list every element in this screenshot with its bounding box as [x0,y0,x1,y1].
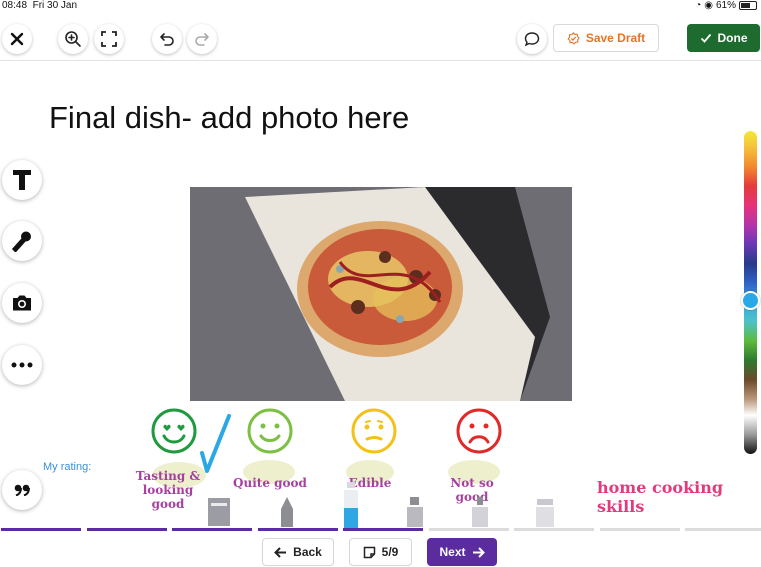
soap-dispenser-icon [472,497,488,527]
more-icon [11,362,33,368]
progress-segment [172,528,252,531]
rating-option-label: Quite good [233,476,307,490]
my-rating-label: My rating: [43,461,92,473]
next-label: Next [439,545,466,559]
neutral-face-icon [351,408,397,454]
pizza-image [190,187,572,401]
color-slider-knob[interactable] [741,291,760,310]
fullscreen-icon [101,31,117,47]
text-tool-button[interactable] [2,160,42,200]
water-bottle-icon [344,482,358,528]
progress-segment [599,528,680,531]
save-check-icon [567,31,580,45]
location-icon: ◉ [704,0,713,11]
page-indicator: 5/9 [381,545,399,559]
status-bar: 08:48 Fri 30 Jan ◔ ◉ 61% [0,0,761,14]
check-icon [700,33,711,43]
camera-tool-button[interactable] [2,283,42,323]
progress-segment [685,528,761,531]
progress-segment [257,528,338,531]
arrow-left-icon [274,546,287,558]
redo-icon [195,33,209,46]
quote-icon [14,484,30,496]
zoom-in-button[interactable] [58,24,88,54]
close-button[interactable] [2,24,32,54]
back-label: Back [293,545,322,559]
rating-option-label: Tasting & looking good [135,469,201,511]
spray-bottle-icon [407,497,423,527]
back-button[interactable]: Back [262,538,334,566]
toolbar-divider [0,60,761,61]
done-label: Done [717,31,748,45]
comment-icon [524,32,540,47]
undo-button[interactable] [152,24,182,54]
save-draft-button[interactable]: Save Draft [553,24,659,52]
undo-icon [160,33,174,46]
done-button[interactable]: Done [687,24,760,52]
frown-face-icon [456,408,502,454]
microphone-tool-button[interactable] [2,221,42,261]
status-icons: ◔ ◉ 61% [695,0,757,11]
wifi-icon: ◔ [695,0,702,11]
save-draft-label: Save Draft [585,31,646,45]
jar-icon [536,499,554,527]
next-button[interactable]: Next [427,538,497,566]
microphone-icon [11,231,31,252]
progress-segment [514,528,594,531]
progress-segment [86,528,167,531]
camera-icon [13,295,31,311]
dish-photo[interactable] [190,187,572,401]
page-title[interactable]: Final dish- add photo here [49,100,409,136]
progress-segment [428,528,509,531]
status-time: 08:48 Fri 30 Jan [2,0,78,11]
quote-tool-button[interactable] [2,470,42,510]
page-icon [363,546,375,558]
progress-segment [343,528,423,531]
battery-percentage: 61% [715,0,736,11]
zoom-in-icon [65,31,81,47]
grater-icon [208,498,230,526]
redo-button[interactable] [187,24,217,54]
selected-check-icon [200,414,231,473]
battery-icon [739,1,757,10]
fullscreen-button[interactable] [94,24,124,54]
comment-button[interactable] [517,24,547,54]
more-tools-button[interactable] [2,345,42,385]
brand-logo: home cooking skills [597,478,724,516]
close-icon [10,32,24,46]
heart-eyes-face-icon [151,408,197,454]
progress-segment [1,528,81,531]
page-indicator-button[interactable]: 5/9 [349,538,412,566]
smile-face-icon [247,408,293,454]
text-icon [13,170,31,190]
pepper-mill-icon [281,497,293,527]
arrow-right-icon [472,546,485,558]
